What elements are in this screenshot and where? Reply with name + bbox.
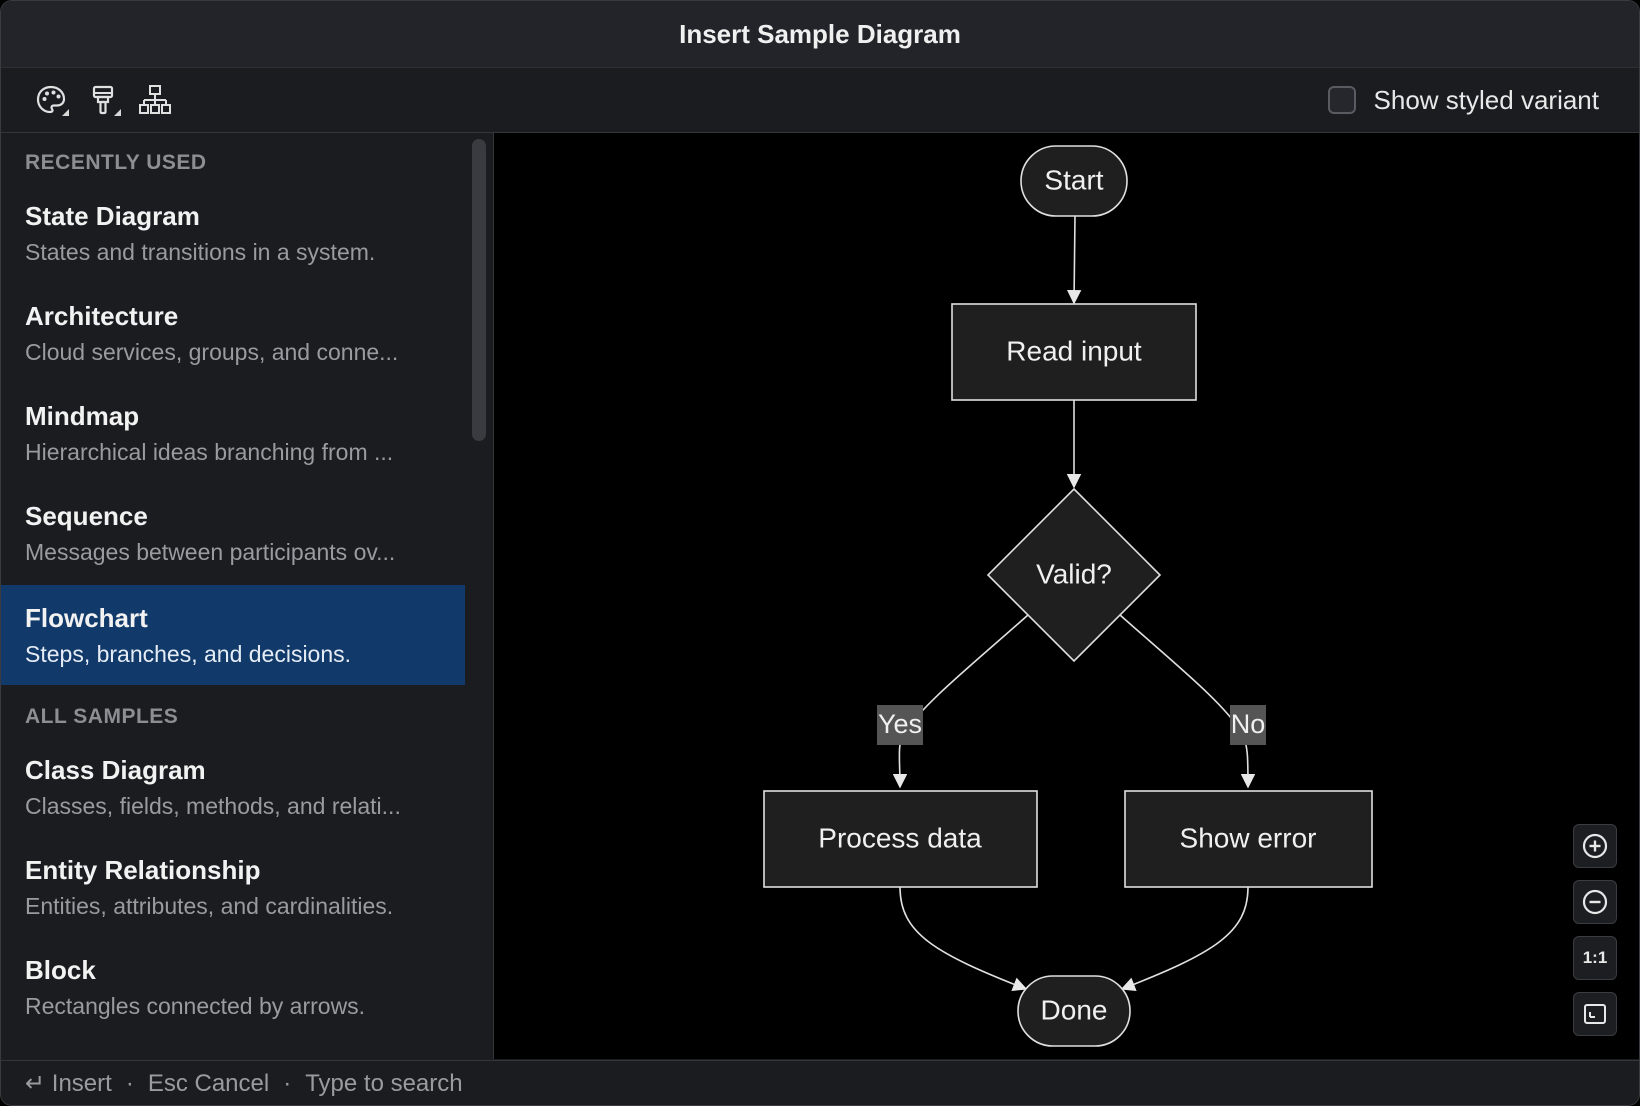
sample-list: RECENTLY USED State Diagram States and t… (1, 133, 494, 1059)
insert-hint: ↵ Insert (25, 1070, 112, 1097)
diagram-preview[interactable]: Yes No Start Read input Valid? Process d… (494, 133, 1639, 1059)
zoom-in-icon (1582, 833, 1608, 859)
statusbar: ↵ Insert · Esc Cancel · Type to search (1, 1060, 1639, 1105)
cancel-hint: Esc Cancel (147, 1069, 270, 1097)
theme-palette-button[interactable] (29, 80, 73, 120)
sample-item-description: Steps, branches, and decisions. (25, 641, 352, 667)
zoom-out-button[interactable] (1573, 880, 1617, 924)
node-done-label: Done (1041, 994, 1108, 1025)
edge-valid-process (892, 614, 1029, 789)
zoom-reset-button[interactable]: 1:1 (1573, 936, 1617, 980)
sample-item-entity-relationship[interactable]: Entity Relationship Entities, attributes… (1, 837, 465, 937)
sample-item-title: Entity Relationship (25, 855, 261, 885)
sample-item-description: States and transitions in a system. (25, 239, 376, 265)
sample-item-mindmap[interactable]: Mindmap Hierarchical ideas branching fro… (1, 383, 465, 483)
sample-item-description: Classes, fields, methods, and relati... (25, 793, 401, 819)
zoom-in-button[interactable] (1573, 824, 1617, 868)
hierarchy-icon (139, 85, 171, 114)
sample-item-description: Rectangles connected by arrows. (25, 993, 366, 1019)
edge-start-read (1066, 215, 1082, 305)
zoom-out-icon (1582, 889, 1608, 915)
sample-item-architecture[interactable]: Architecture Cloud services, groups, and… (1, 283, 465, 383)
sample-item-description: Messages between participants ov... (25, 539, 396, 565)
fit-to-view-button[interactable] (1573, 992, 1617, 1036)
status-separator: · (125, 1069, 134, 1097)
sample-item-description: Entities, attributes, and cardinalities. (25, 893, 394, 919)
node-read-input-label: Read input (1006, 335, 1142, 366)
node-valid-label: Valid? (1036, 558, 1112, 589)
insert-sample-diagram-dialog: Insert Sample Diagram Show styled varian… (0, 0, 1640, 1106)
sample-item-description: Hierarchical ideas branching from ... (25, 439, 394, 465)
sample-item-state-diagram[interactable]: State Diagram States and transitions in … (1, 183, 465, 283)
dialog-title: Insert Sample Diagram (1, 1, 1639, 68)
all-samples-heading: ALL SAMPLES (25, 705, 179, 728)
style-brush-button[interactable] (81, 80, 125, 120)
edge-label-no: No (1231, 709, 1266, 739)
toolbar: Show styled variant (1, 68, 1639, 133)
zoom-reset-label: 1:1 (1582, 948, 1608, 967)
sample-item-title: State Diagram (25, 201, 200, 231)
edge-error-done (1120, 886, 1249, 991)
show-styled-variant-toggle[interactable]: Show styled variant (1327, 80, 1599, 120)
edge-label-yes: Yes (878, 709, 922, 739)
recently-used-heading: RECENTLY USED (25, 151, 207, 174)
node-process-data-label: Process data (818, 822, 982, 853)
search-hint: Type to search (305, 1069, 463, 1097)
sample-item-title: Architecture (25, 301, 179, 331)
status-separator: · (283, 1069, 292, 1097)
sample-item-title: Sequence (25, 501, 148, 531)
sample-item-sequence[interactable]: Sequence Messages between participants o… (1, 483, 465, 583)
fit-to-view-icon (1584, 1004, 1606, 1024)
sample-item-class-diagram[interactable]: Class Diagram Classes, fields, methods, … (1, 737, 465, 837)
edge-valid-error (1119, 614, 1256, 789)
flowchart-diagram: Yes No Start Read input Valid? Process d… (763, 145, 1373, 1047)
sample-item-title: Block (25, 955, 96, 985)
node-show-error-label: Show error (1180, 822, 1317, 853)
sample-item-description: Cloud services, groups, and conne... (25, 339, 399, 365)
node-start-label: Start (1044, 164, 1103, 195)
sidebar-scrollbar[interactable] (472, 139, 486, 441)
styled-variant-label: Show styled variant (1373, 84, 1599, 115)
dropdown-caret-icon (114, 109, 121, 116)
sample-item-title: Mindmap (25, 401, 140, 431)
dropdown-caret-icon (62, 109, 69, 116)
sample-item-block[interactable]: Block Rectangles connected by arrows. (1, 937, 465, 1037)
sample-item-title: Class Diagram (25, 755, 206, 785)
styled-variant-checkbox[interactable] (1327, 86, 1356, 114)
layout-hierarchy-button[interactable] (133, 80, 177, 120)
sample-item-flowchart[interactable]: Flowchart Steps, branches, and decisions… (1, 585, 465, 685)
edge-process-done (899, 886, 1028, 991)
sample-item-title: Flowchart (25, 603, 148, 633)
